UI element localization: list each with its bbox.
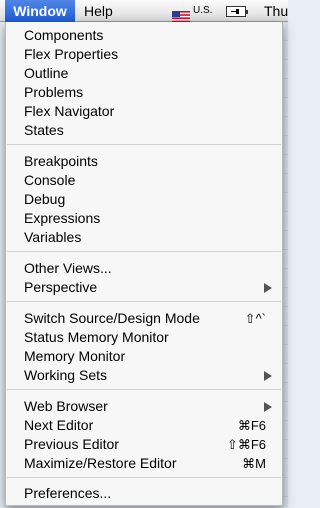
menu-item-variables[interactable]: Variables [6,228,282,247]
menu-separator [7,251,281,252]
battery-icon[interactable] [226,6,248,17]
shortcut-label: ⇧^` [244,311,266,326]
menu-item-problems[interactable]: Problems [6,83,282,102]
menu-separator [7,477,281,478]
menu-item-memory-monitor[interactable]: Memory Monitor [6,347,282,366]
window-menu[interactable]: Window [5,0,75,22]
menu-item-previous-editor[interactable]: Previous Editor ⇧⌘F6 [6,435,282,454]
menu-item-preferences[interactable]: Preferences... [6,484,282,503]
shortcut-label: ⌘F6 [237,418,266,433]
menu-item-status-memory-monitor[interactable]: Status Memory Monitor [6,328,282,347]
shortcut-label: ⌘M [242,456,266,471]
menu-item-next-editor[interactable]: Next Editor ⌘F6 [6,416,282,435]
shortcut-label: ⇧⌘F6 [226,437,266,452]
menu-separator [7,144,281,145]
submenu-arrow-icon [264,402,272,412]
menu-separator [7,389,281,390]
submenu-arrow-icon [264,283,272,293]
menu-item-working-sets[interactable]: Working Sets [6,366,282,385]
menu-bar: Window Help U.S. Thu [0,0,288,22]
menu-item-flex-navigator[interactable]: Flex Navigator [6,102,282,121]
menu-separator [7,301,281,302]
menu-item-components[interactable]: Components [6,26,282,45]
us-flag-icon[interactable] [172,6,190,22]
menu-item-expressions[interactable]: Expressions [6,209,282,228]
menu-item-web-browser[interactable]: Web Browser [6,397,282,416]
menu-item-switch-source-design-mode[interactable]: Switch Source/Design Mode ⇧^` [6,309,282,328]
menu-item-other-views[interactable]: Other Views... [6,259,282,278]
menu-item-breakpoints[interactable]: Breakpoints [6,152,282,171]
menu-item-perspective[interactable]: Perspective [6,278,282,297]
help-menu[interactable]: Help [84,0,113,22]
menu-item-outline[interactable]: Outline [6,64,282,83]
menu-item-debug[interactable]: Debug [6,190,282,209]
window-dropdown-menu: Components Flex Properties Outline Probl… [5,22,283,506]
clock-label[interactable]: Thu [264,0,288,22]
menu-item-maximize-restore-editor[interactable]: Maximize/Restore Editor ⌘M [6,454,282,473]
menu-item-console[interactable]: Console [6,171,282,190]
menu-item-states[interactable]: States [6,121,282,140]
menu-item-flex-properties[interactable]: Flex Properties [6,45,282,64]
submenu-arrow-icon [264,371,272,381]
input-locale-label[interactable]: U.S. [193,0,212,22]
